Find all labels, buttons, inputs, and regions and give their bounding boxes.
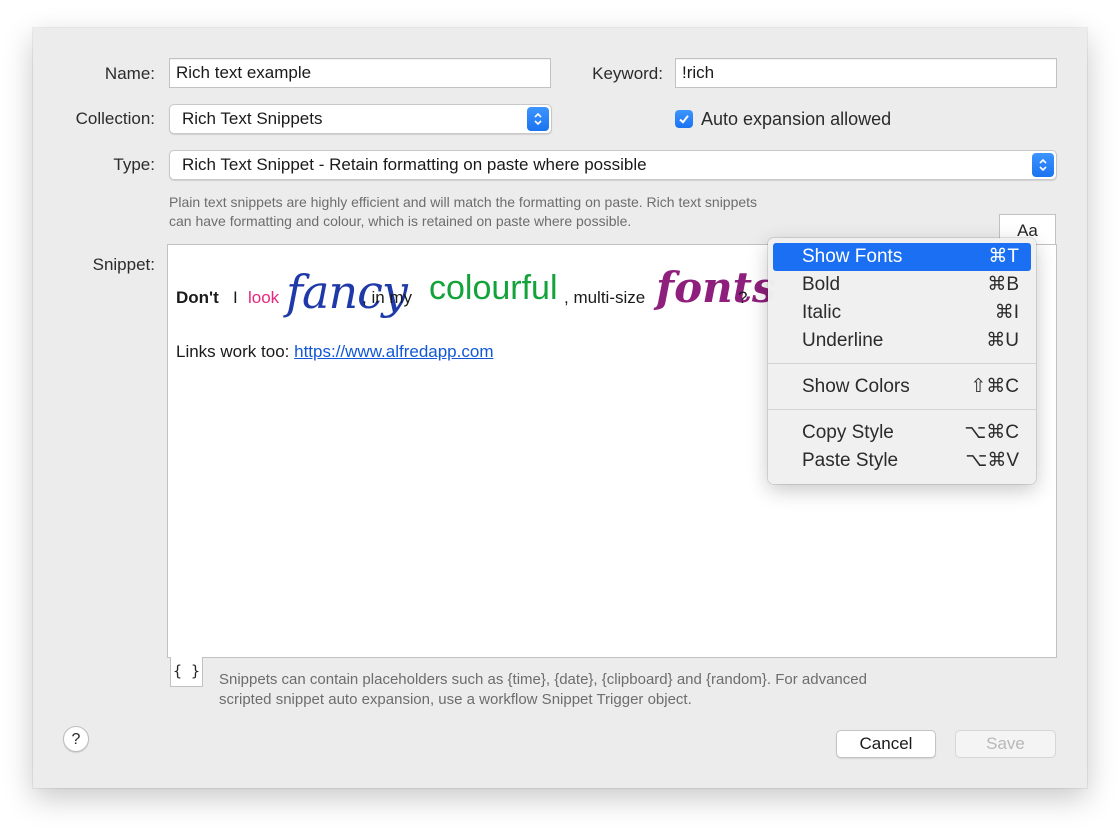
snippet-word-purple-large: fonts <box>656 263 776 312</box>
format-context-menu: Show Fonts ⌘T Bold ⌘B Italic ⌘I Underlin… <box>768 238 1036 484</box>
menu-item-italic[interactable]: Italic ⌘I <box>773 299 1031 327</box>
collection-popup[interactable]: Rich Text Snippets <box>169 104 552 134</box>
snippet-editor-sheet: Name: Rich text example Keyword: !rich C… <box>33 28 1087 788</box>
menu-separator <box>768 409 1036 410</box>
popup-arrows-icon <box>527 107 549 131</box>
name-label: Name: <box>104 64 155 83</box>
placeholder-button[interactable]: { } <box>170 657 203 687</box>
snippet-word-pink: look <box>248 288 280 307</box>
snippet-label: Snippet: <box>92 255 155 274</box>
snippet-text-plain: , in my <box>362 288 413 307</box>
snippet-word-bold: Don't <box>176 288 219 307</box>
menu-item-show-fonts[interactable]: Show Fonts ⌘T <box>773 243 1031 271</box>
snippet-word-plain: I <box>233 288 238 307</box>
menu-item-show-colors[interactable]: Show Colors ⇧⌘C <box>773 373 1031 401</box>
save-button[interactable]: Save <box>955 730 1056 758</box>
link-line: Links work too: https://www.alfredapp.co… <box>176 342 493 362</box>
type-hint-line1: Plain text snippets are highly efficient… <box>169 194 758 210</box>
checkmark-icon <box>679 115 689 124</box>
type-value: Rich Text Snippet - Retain formatting on… <box>182 155 647 174</box>
snippet-word-green-large: colourful <box>429 269 558 307</box>
placeholder-note-line1: Snippets can contain placeholders such a… <box>219 671 867 688</box>
snippet-question-mark: ? <box>738 288 748 307</box>
link-prefix: Links work too: <box>176 342 295 361</box>
type-popup[interactable]: Rich Text Snippet - Retain formatting on… <box>169 150 1057 180</box>
menu-item-paste-style[interactable]: Paste Style ⌥⌘V <box>773 447 1031 475</box>
type-hint-line2: can have formatting and colour, which is… <box>169 213 632 229</box>
auto-expansion-checkbox[interactable] <box>675 110 693 128</box>
help-button[interactable]: ? <box>63 726 89 752</box>
type-label: Type: <box>113 155 155 174</box>
menu-item-bold[interactable]: Bold ⌘B <box>773 271 1031 299</box>
popup-arrows-icon <box>1032 153 1054 177</box>
name-field[interactable]: Rich text example <box>169 58 551 88</box>
keyword-field[interactable]: !rich <box>675 58 1057 88</box>
collection-value: Rich Text Snippets <box>182 109 323 128</box>
menu-separator <box>768 363 1036 364</box>
auto-expansion-label[interactable]: Auto expansion allowed <box>701 109 891 130</box>
snippet-link[interactable]: https://www.alfredapp.com <box>294 342 493 361</box>
keyword-label: Keyword: <box>592 64 663 83</box>
collection-label: Collection: <box>75 109 155 128</box>
snippet-text-plain-2: , multi-size <box>564 288 646 307</box>
placeholder-note-line2: scripted snippet auto expansion, use a w… <box>219 691 692 708</box>
menu-item-underline[interactable]: Underline ⌘U <box>773 327 1031 355</box>
cancel-button[interactable]: Cancel <box>836 730 936 758</box>
menu-item-copy-style[interactable]: Copy Style ⌥⌘C <box>773 419 1031 447</box>
